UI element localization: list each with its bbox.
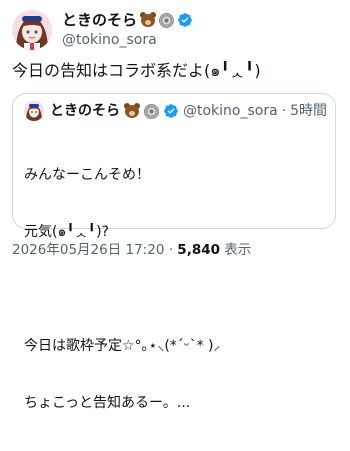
post-timestamp[interactable]: 2026年05月26日 17:20 [12, 242, 164, 258]
view-count-label: 表示 [220, 242, 252, 258]
post-footer: 2026年05月26日 17:20 · 5,840 表示 [12, 240, 251, 260]
bear-emoji-icon [140, 12, 157, 28]
quoted-author-display-name: ときのそら [50, 103, 120, 119]
view-count: 5,840 [177, 242, 220, 258]
disc-emoji-icon [144, 103, 159, 119]
quoted-line: みんなーこんそめ！ [24, 167, 150, 183]
quoted-post-text: みんなーこんそめ！ 元気(๑╹ᆺ╹)? ​ 今日は歌枠予定☆°｡⋆⸜(*ˊᵕˋ*… [24, 128, 220, 451]
avatar-illustration [12, 10, 52, 50]
quoted-line-blank: ​ [24, 280, 220, 299]
quoted-author-handle: @tokino_sora [183, 103, 278, 119]
bear-emoji-icon [124, 103, 140, 119]
author-handle[interactable]: @tokino_sora [62, 31, 157, 49]
quoted-post-header: ときのそら @tokino_sora · 5時間 [24, 101, 327, 121]
footer-separator: · [164, 242, 178, 258]
disc-emoji-icon [159, 12, 175, 28]
author-display-name[interactable]: ときのそら [62, 10, 137, 30]
author-name-line: ときのそら [62, 10, 193, 30]
quoted-line: ちょこっと告知あるー。... [24, 395, 191, 411]
author-avatar[interactable] [12, 10, 52, 50]
quoted-author-avatar [24, 101, 44, 121]
post-text: 今日の告知はコラボ系だよ(๑╹ᆺ╹) [12, 61, 261, 80]
quoted-time[interactable]: 5時間 [290, 101, 327, 121]
quoted-line: 今日は歌枠予定☆°｡⋆⸜(*ˊᵕˋ* )⸝ [24, 338, 221, 354]
verified-badge-icon [163, 103, 179, 119]
quoted-post[interactable]: ときのそら @tokino_sora · 5時間 みんなーこんそめ！ 元気(๑╹… [12, 93, 336, 411]
quoted-separator: · [281, 103, 287, 119]
verified-badge-icon [177, 12, 193, 28]
